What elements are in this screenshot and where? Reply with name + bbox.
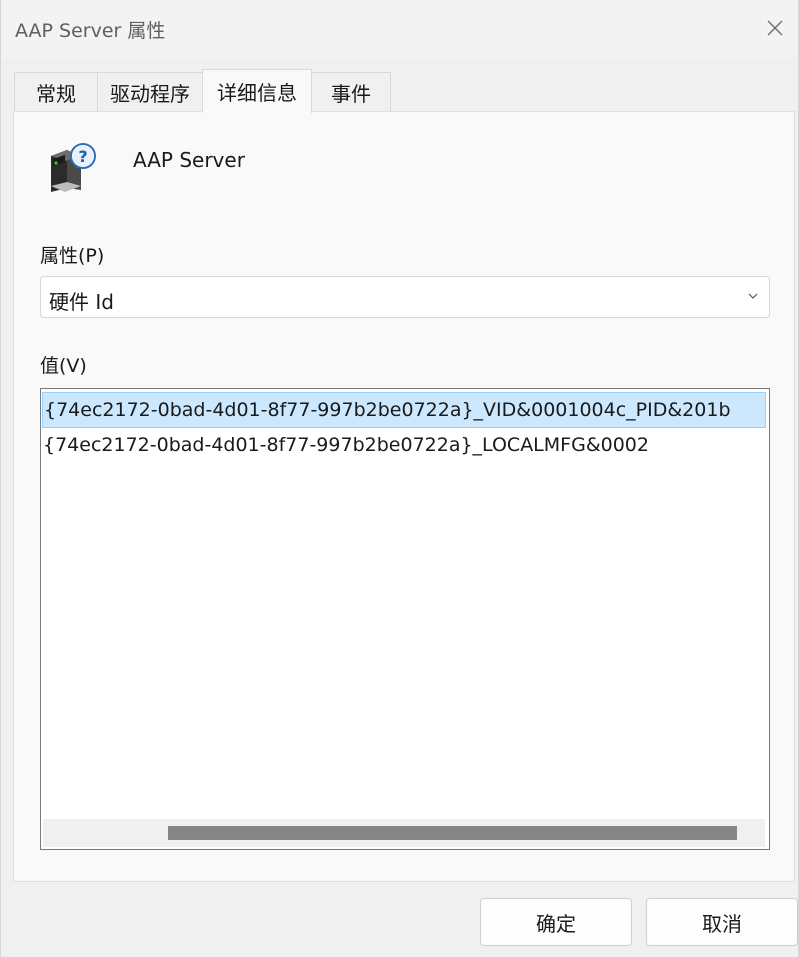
- unknown-device-icon: ?: [51, 143, 96, 192]
- property-dropdown-value: 硬件 Id: [49, 290, 114, 314]
- cancel-button[interactable]: 取消: [646, 898, 798, 946]
- list-item[interactable]: {74ec2172-0bad-4d01-8f77-997b2be0722a}_V…: [42, 392, 766, 428]
- tab-details[interactable]: 详细信息: [202, 69, 312, 113]
- list-item[interactable]: {74ec2172-0bad-4d01-8f77-997b2be0722a}_L…: [42, 428, 766, 464]
- title-bar: AAP Server 属性: [1, 0, 798, 58]
- tab-events[interactable]: 事件: [311, 72, 391, 111]
- property-dropdown[interactable]: 硬件 Id: [40, 276, 770, 318]
- value-label: 值(V): [40, 355, 87, 377]
- tab-general[interactable]: 常规: [14, 72, 98, 111]
- tab-label: 驱动程序: [110, 81, 190, 106]
- window-title: AAP Server 属性: [15, 20, 166, 42]
- value-listbox[interactable]: {74ec2172-0bad-4d01-8f77-997b2be0722a}_V…: [40, 388, 770, 850]
- chevron-down-icon: [748, 293, 758, 299]
- svg-text:?: ?: [78, 147, 87, 166]
- scrollbar-thumb[interactable]: [168, 826, 737, 840]
- horizontal-scrollbar[interactable]: [43, 819, 765, 847]
- tab-driver[interactable]: 驱动程序: [97, 72, 203, 111]
- ok-button[interactable]: 确定: [480, 898, 632, 946]
- property-label: 属性(P): [40, 245, 105, 267]
- tab-label: 事件: [331, 81, 371, 106]
- tab-label: 详细信息: [217, 81, 297, 105]
- close-icon: [767, 20, 783, 36]
- device-name: AAP Server: [133, 148, 245, 172]
- tab-label: 常规: [36, 81, 76, 106]
- properties-dialog: AAP Server 属性 常规 驱动程序 详细信息 事件 ? AAP Serv…: [0, 0, 799, 957]
- close-button[interactable]: [752, 0, 798, 56]
